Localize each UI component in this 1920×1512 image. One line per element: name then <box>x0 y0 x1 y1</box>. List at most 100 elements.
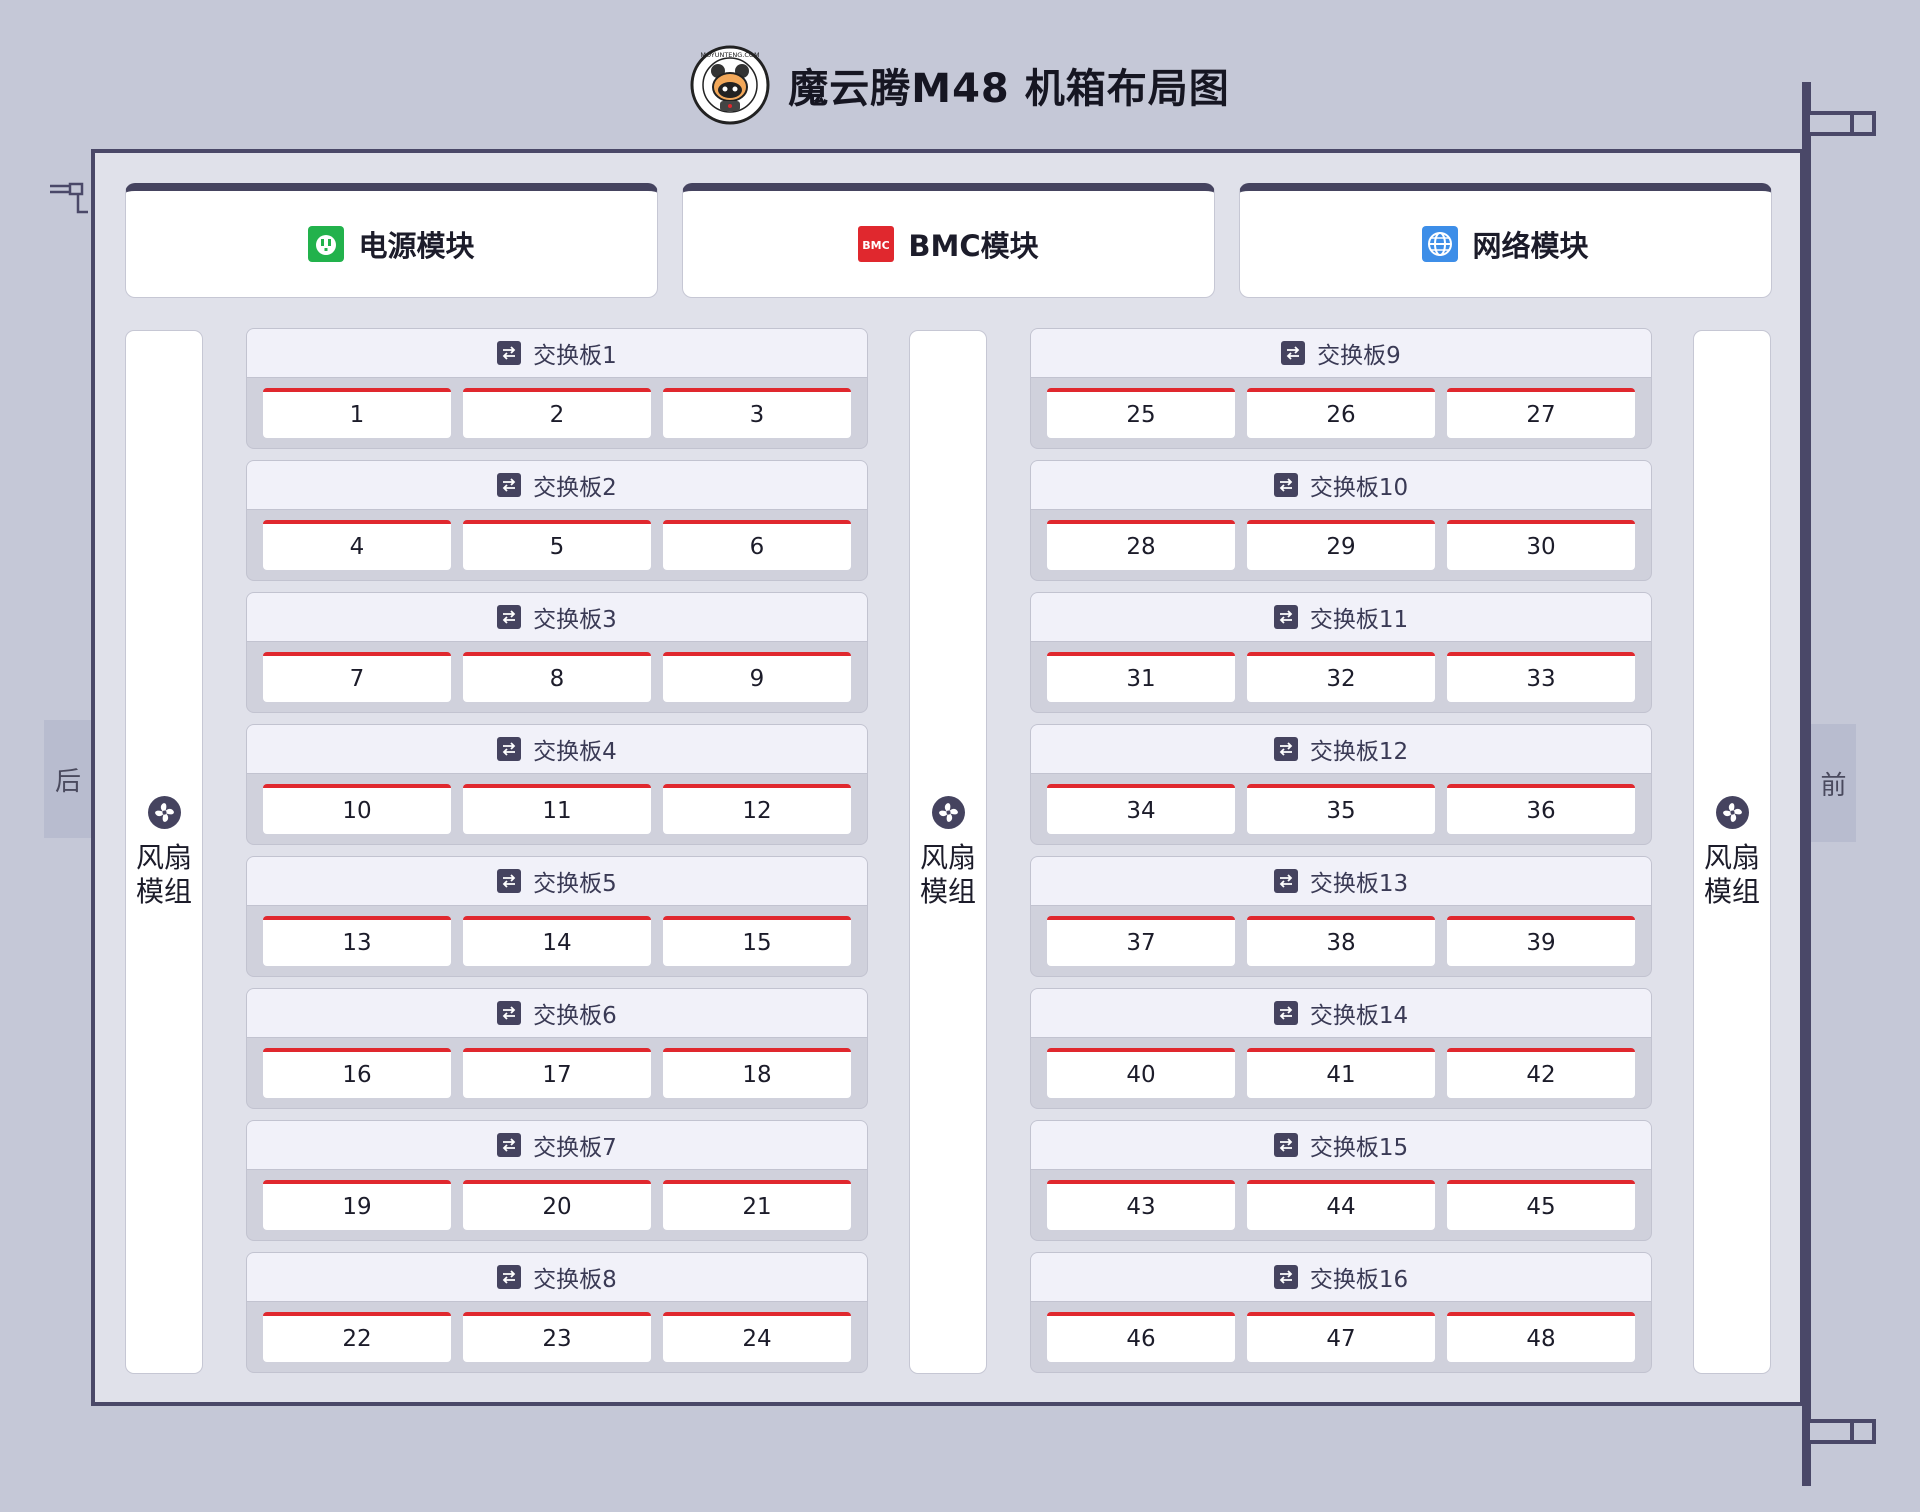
node-slot[interactable]: 29 <box>1247 520 1435 570</box>
globe-icon <box>1422 226 1459 262</box>
node-slot[interactable]: 15 <box>663 916 851 966</box>
swap-arrows-icon <box>497 341 522 365</box>
switch-board[interactable]: 交换板12 34 35 36 <box>1030 724 1652 845</box>
switch-board-header: 交换板6 <box>247 989 867 1038</box>
switch-board-title: 交换板10 <box>1309 475 1409 501</box>
node-slot[interactable]: 43 <box>1047 1180 1235 1230</box>
node-slot[interactable]: 44 <box>1247 1180 1435 1230</box>
fan-icon <box>147 795 181 829</box>
node-slot[interactable]: 8 <box>463 652 651 702</box>
power-socket-icon <box>308 226 345 262</box>
port-row: 789 <box>247 642 867 712</box>
node-slot[interactable]: 33 <box>1447 652 1635 702</box>
bmc-module-label: BMC模块 <box>908 229 1039 263</box>
swap-arrows-icon <box>1273 473 1298 497</box>
port-row: 37 38 39 <box>1031 906 1651 976</box>
bmc-module[interactable]: BMC BMC模块 <box>682 183 1215 298</box>
switch-board[interactable]: 交换板1 1 2 3 <box>246 328 868 449</box>
node-slot[interactable]: 41 <box>1247 1048 1435 1098</box>
node-slot[interactable]: 23 <box>463 1312 651 1362</box>
node-slot[interactable]: 11 <box>463 784 651 834</box>
node-slot[interactable]: 38 <box>1247 916 1435 966</box>
fan-module-rear[interactable]: 风扇模组 <box>125 330 203 1374</box>
switch-board-title: 交换板6 <box>533 1003 617 1029</box>
node-slot[interactable]: 1 <box>263 388 451 438</box>
node-slot[interactable]: 39 <box>1447 916 1635 966</box>
node-slot[interactable]: 46 <box>1047 1312 1235 1362</box>
rack-ear-bottom <box>1806 1419 1876 1444</box>
swap-arrows-icon <box>1273 1133 1298 1157</box>
port-row: 10 11 12 <box>247 774 867 844</box>
network-module[interactable]: 网络模块 <box>1239 183 1772 298</box>
switch-board[interactable]: 交换板7 19 20 21 <box>246 1120 868 1241</box>
node-slot[interactable]: 2 <box>463 388 651 438</box>
switch-board-title: 交换板16 <box>1309 1267 1409 1293</box>
swap-arrows-icon <box>497 1001 522 1025</box>
node-slot[interactable]: 25 <box>1047 388 1235 438</box>
switch-board[interactable]: 交换板15 43 44 45 <box>1030 1120 1652 1241</box>
swap-arrows-icon <box>497 1133 522 1157</box>
node-slot[interactable]: 32 <box>1247 652 1435 702</box>
port-row: 13 14 15 <box>247 906 867 976</box>
switch-board[interactable]: 交换板2 4 5 6 <box>246 460 868 581</box>
switch-board[interactable]: 交换板3 7 8 9 <box>246 592 868 713</box>
rear-handle-icon <box>50 182 88 214</box>
node-slot[interactable]: 21 <box>663 1180 851 1230</box>
fan-module-middle[interactable]: 风扇模组 <box>909 330 987 1374</box>
swap-arrows-icon <box>1273 869 1298 893</box>
switch-board[interactable]: 交换板11 31 32 33 <box>1030 592 1652 713</box>
node-slot[interactable]: 37 <box>1047 916 1235 966</box>
node-slot[interactable]: 6 <box>663 520 851 570</box>
node-slot[interactable]: 7 <box>263 652 451 702</box>
node-slot[interactable]: 12 <box>663 784 851 834</box>
node-slot[interactable]: 47 <box>1247 1312 1435 1362</box>
node-slot[interactable]: 4 <box>263 520 451 570</box>
node-slot[interactable]: 35 <box>1247 784 1435 834</box>
node-slot[interactable]: 30 <box>1447 520 1635 570</box>
fan-icon <box>1715 795 1749 829</box>
switch-board[interactable]: 交换板9 25 26 27 <box>1030 328 1652 449</box>
node-slot[interactable]: 36 <box>1447 784 1635 834</box>
node-slot[interactable]: 48 <box>1447 1312 1635 1362</box>
swap-arrows-icon <box>1273 737 1298 761</box>
node-slot[interactable]: 22 <box>263 1312 451 1362</box>
node-slot[interactable]: 26 <box>1247 388 1435 438</box>
node-slot[interactable]: 10 <box>263 784 451 834</box>
node-slot[interactable]: 19 <box>263 1180 451 1230</box>
node-slot[interactable]: 5 <box>463 520 651 570</box>
power-module-label: 电源模块 <box>358 229 475 263</box>
switch-board[interactable]: 交换板14 40 41 42 <box>1030 988 1652 1109</box>
node-slot[interactable]: 14 <box>463 916 651 966</box>
node-slot[interactable]: 17 <box>463 1048 651 1098</box>
switch-board[interactable]: 交换板10 28 29 30 <box>1030 460 1652 581</box>
switch-board-header: 交换板9 <box>1031 329 1651 378</box>
switch-board[interactable]: 交换板16 46 47 48 <box>1030 1252 1652 1373</box>
node-slot[interactable]: 28 <box>1047 520 1235 570</box>
switch-board[interactable]: 交换板4 10 11 12 <box>246 724 868 845</box>
swap-arrows-icon <box>1273 605 1298 629</box>
swap-arrows-icon <box>497 605 522 629</box>
switch-board-title: 交换板5 <box>533 871 617 897</box>
switch-board[interactable]: 交换板5 13 14 15 <box>246 856 868 977</box>
node-slot[interactable]: 18 <box>663 1048 851 1098</box>
node-slot[interactable]: 20 <box>463 1180 651 1230</box>
node-slot[interactable]: 24 <box>663 1312 851 1362</box>
power-module[interactable]: 电源模块 <box>125 183 658 298</box>
node-slot[interactable]: 3 <box>663 388 851 438</box>
node-slot[interactable]: 13 <box>263 916 451 966</box>
node-slot[interactable]: 45 <box>1447 1180 1635 1230</box>
fan-module-front[interactable]: 风扇模组 <box>1693 330 1771 1374</box>
header: MOYUNTENG.COM 魔云腾M48 机箱布局图 <box>0 45 1920 125</box>
node-slot[interactable]: 40 <box>1047 1048 1235 1098</box>
node-slot[interactable]: 16 <box>263 1048 451 1098</box>
node-slot[interactable]: 34 <box>1047 784 1235 834</box>
node-slot[interactable]: 42 <box>1447 1048 1635 1098</box>
switch-board-header: 交换板2 <box>247 461 867 510</box>
switch-board[interactable]: 交换板13 37 38 39 <box>1030 856 1652 977</box>
node-slot[interactable]: 27 <box>1447 388 1635 438</box>
switch-board[interactable]: 交换板8 22 23 24 <box>246 1252 868 1373</box>
node-slot[interactable]: 9 <box>663 652 851 702</box>
switch-board-title: 交换板8 <box>533 1267 617 1293</box>
switch-board[interactable]: 交换板6 16 17 18 <box>246 988 868 1109</box>
node-slot[interactable]: 31 <box>1047 652 1235 702</box>
